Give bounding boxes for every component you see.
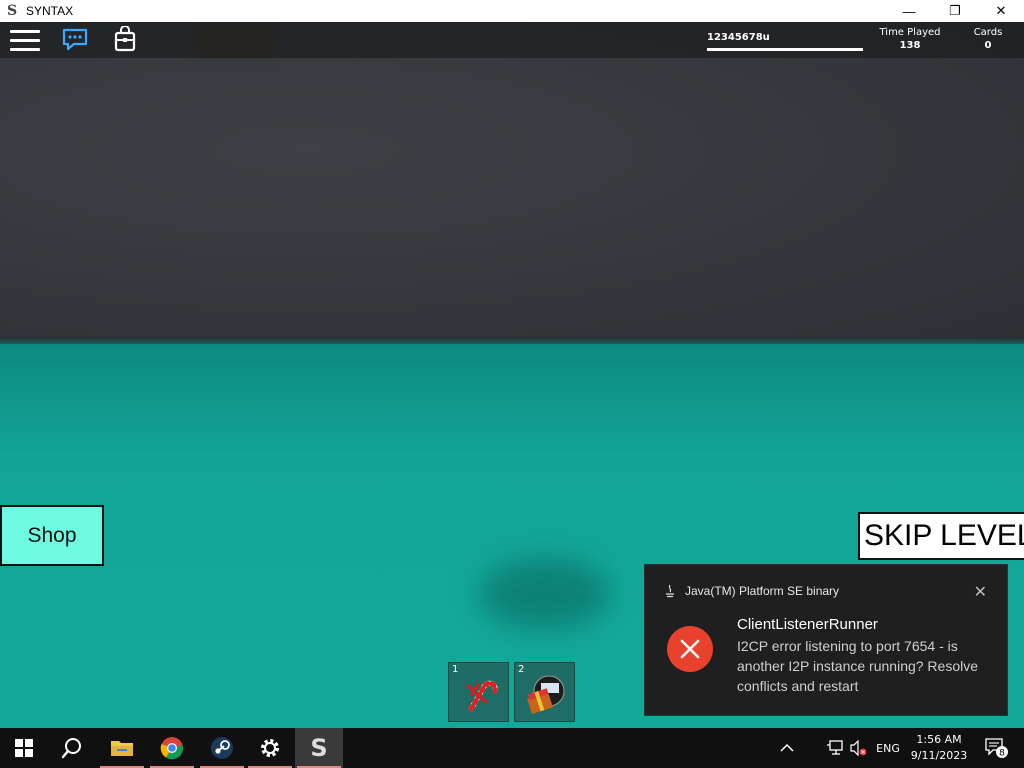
backpack-icon[interactable] (114, 25, 136, 52)
hamburger-menu-icon[interactable] (10, 30, 40, 52)
syntax-taskbar-icon[interactable]: S (295, 728, 343, 768)
player-health-bar (707, 48, 863, 51)
minimize-button[interactable]: — (886, 0, 932, 22)
chat-icon[interactable] (62, 28, 88, 52)
java-icon (666, 584, 674, 598)
close-button[interactable]: ✕ (978, 0, 1024, 22)
search-icon[interactable] (48, 728, 96, 768)
toast-title: ClientListenerRunner (737, 616, 878, 633)
notification-count: 8 (999, 749, 1005, 759)
clock-time: 1:56 AM (916, 733, 962, 746)
toast-body: I2CP error listening to port 7654 - is a… (737, 638, 979, 694)
restore-button[interactable]: ❐ (932, 0, 978, 22)
clock-date: 9/11/2023 (910, 749, 968, 762)
hotbar-slot-2[interactable]: 2 (514, 662, 575, 722)
player-info: 12345678u (707, 32, 863, 51)
action-center-icon[interactable]: 8 (980, 728, 1012, 768)
show-hidden-icons-icon[interactable] (776, 728, 798, 768)
time-played-label: Time Played (879, 27, 941, 38)
toast-notification[interactable]: Java(TM) Platform SE binary ✕ ClientList… (644, 564, 1008, 716)
settings-icon[interactable] (246, 728, 294, 768)
player-name: 12345678u (707, 32, 770, 43)
window-controls: — ❐ ✕ (886, 0, 1024, 22)
cards-value: 0 (984, 40, 992, 51)
language-indicator[interactable]: ENG (872, 728, 904, 768)
hotbar: 1 2 (448, 662, 575, 722)
error-icon (667, 626, 713, 672)
chrome-icon[interactable] (148, 728, 196, 768)
start-icon[interactable] (0, 728, 48, 768)
file-explorer-icon[interactable] (98, 728, 146, 768)
time-played-value: 138 (899, 40, 921, 51)
taskbar-clock[interactable]: 1:56 AM 9/11/2023 (904, 732, 974, 764)
steam-icon[interactable] (198, 728, 246, 768)
syntax-app-icon: S (6, 3, 18, 19)
window-title: SYNTAX (26, 4, 74, 18)
toast-close-icon[interactable]: ✕ (974, 582, 987, 602)
candy-cane-icon (465, 680, 498, 712)
toast-app-row: Java(TM) Platform SE binary (665, 584, 839, 598)
volume-muted-icon[interactable] (848, 728, 870, 768)
window-titlebar: S SYNTAX — ❐ ✕ (0, 0, 1024, 22)
shop-button[interactable]: Shop (0, 505, 104, 566)
game-topbar: 12345678u Time Played 138 Cards 0 (0, 22, 1024, 58)
toast-app-name: Java(TM) Platform SE binary (685, 584, 840, 598)
time-played-stat: Time Played 138 (876, 27, 944, 51)
cards-stat: Cards 0 (966, 27, 1010, 51)
cards-label: Cards (973, 27, 1003, 38)
taskbar: S ENG 1:56 AM 9/11/2023 8 (0, 728, 1024, 768)
skip-level-button[interactable]: SKIP LEVEL (858, 512, 1024, 560)
network-icon[interactable] (824, 728, 846, 768)
game-wall (0, 22, 1024, 342)
gift-item-icon (527, 675, 565, 715)
hotbar-slot-1[interactable]: 1 (448, 662, 509, 722)
